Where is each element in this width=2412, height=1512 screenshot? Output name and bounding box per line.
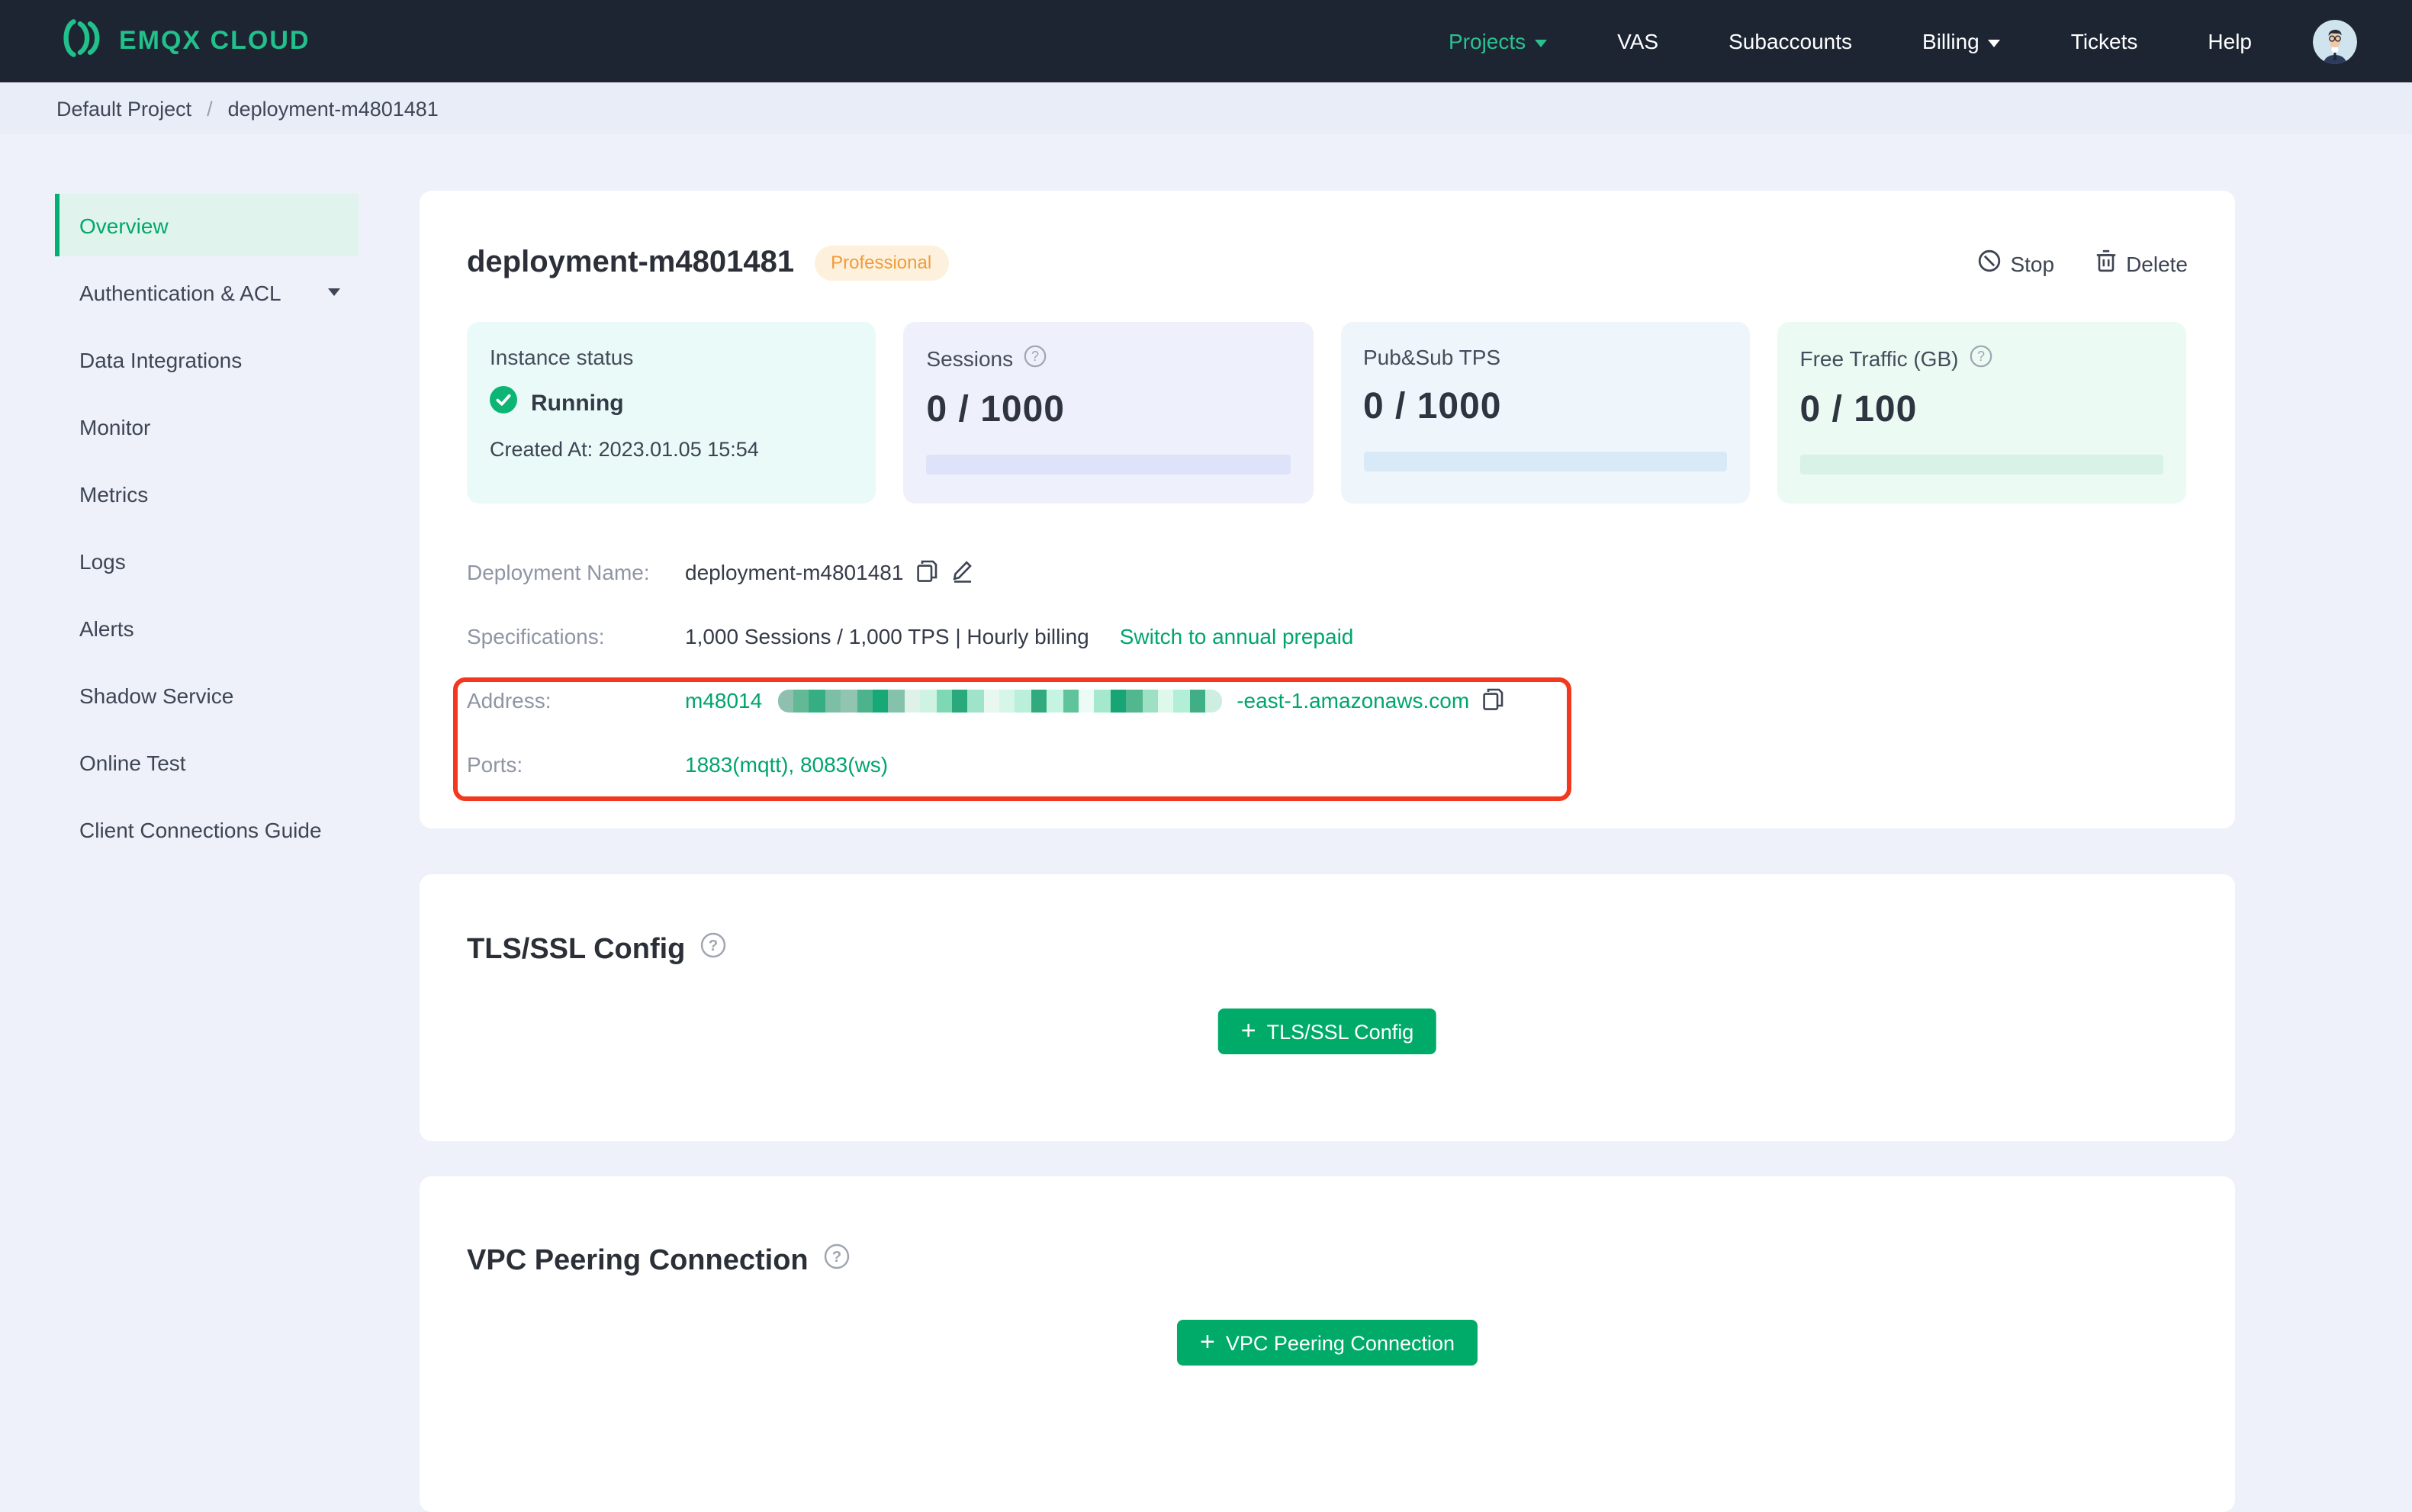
- stop-icon: [1976, 249, 2001, 278]
- vpc-peering-card: VPC Peering Connection ? + VPC Peering C…: [420, 1176, 2235, 1512]
- breadcrumb-separator: /: [207, 97, 213, 120]
- address-suffix: -east-1.amazonaws.com: [1237, 688, 1470, 713]
- sidebar-item-monitor[interactable]: Monitor: [55, 395, 359, 458]
- sidebar-item-logs[interactable]: Logs: [55, 529, 359, 592]
- plus-icon: +: [1199, 1327, 1215, 1356]
- tls-heading: TLS/SSL Config: [467, 933, 686, 965]
- stat-value: 0 / 100: [1799, 389, 1918, 430]
- stat-card-instance-status: Instance status Running Created At: 2023…: [467, 322, 876, 503]
- stat-label: Sessions: [926, 346, 1014, 371]
- breadcrumb-project[interactable]: Default Project: [56, 97, 191, 120]
- help-icon[interactable]: ?: [824, 1243, 850, 1279]
- user-avatar[interactable]: [2313, 19, 2357, 63]
- plan-badge: Professional: [814, 246, 949, 281]
- stat-value: 0 / 1000: [926, 389, 1065, 430]
- help-icon[interactable]: ?: [1024, 345, 1047, 372]
- switch-annual-prepaid-link[interactable]: Switch to annual prepaid: [1120, 624, 1354, 648]
- add-vpc-peering-button[interactable]: + VPC Peering Connection: [1176, 1320, 1478, 1366]
- specifications-label: Specifications:: [467, 624, 605, 648]
- sidebar: Overview Authentication & ACL Data Integra…: [55, 194, 359, 865]
- stats-row: Instance status Running Created At: 2023…: [467, 322, 2186, 503]
- trash-icon: [2094, 249, 2117, 278]
- emqx-logo-icon: [55, 13, 104, 69]
- deployment-name-label: Deployment Name:: [467, 560, 650, 584]
- check-circle-icon: [490, 386, 517, 420]
- sidebar-item-client-connections-guide[interactable]: Client Connections Guide: [55, 798, 359, 861]
- sidebar-item-online-test[interactable]: Online Test: [55, 731, 359, 793]
- ports-row: Ports: 1883(mqtt), 8083(ws): [467, 749, 888, 780]
- vpc-heading: VPC Peering Connection: [467, 1244, 809, 1276]
- specifications-value: 1,000 Sessions / 1,000 TPS | Hourly bill…: [685, 624, 1089, 648]
- deployment-title-row: deployment-m4801481 Professional Stop De…: [467, 246, 2188, 281]
- edit-icon[interactable]: [950, 558, 975, 587]
- sidebar-item-overview[interactable]: Overview: [55, 194, 359, 256]
- stat-value: 0 / 1000: [1363, 386, 1502, 427]
- delete-button[interactable]: Delete: [2094, 249, 2188, 278]
- sidebar-item-metrics[interactable]: Metrics: [55, 462, 359, 525]
- main-content: deployment-m4801481 Professional Stop De…: [420, 0, 2235, 1512]
- chevron-down-icon: [328, 288, 340, 296]
- traffic-progress-bar: [1799, 455, 2163, 475]
- address-redacted-block: [777, 689, 1222, 712]
- stop-button[interactable]: Stop: [1976, 249, 2054, 278]
- deployment-name-value: deployment-m4801481: [685, 560, 904, 584]
- deployment-name-row: Deployment Name: deployment-m4801481: [467, 557, 975, 587]
- stat-label: Pub&Sub TPS: [1363, 345, 1501, 369]
- stat-card-free-traffic: Free Traffic (GB) ? 0 / 100: [1777, 322, 2186, 503]
- breadcrumb-deployment: deployment-m4801481: [227, 97, 439, 120]
- sidebar-item-alerts[interactable]: Alerts: [55, 597, 359, 659]
- plus-icon: +: [1240, 1015, 1256, 1044]
- address-row: Address: m48014 -east-1.amazonaws.com: [467, 685, 1504, 716]
- help-icon[interactable]: ?: [1969, 345, 1992, 372]
- created-at: Created At: 2023.01.05 15:54: [490, 438, 759, 461]
- sidebar-item-authentication-acl[interactable]: Authentication & ACL: [55, 261, 359, 323]
- tls-ssl-config-card: TLS/SSL Config ? + TLS/SSL Config: [420, 874, 2235, 1141]
- svg-text:?: ?: [1031, 349, 1039, 364]
- address-prefix: m48014: [685, 688, 763, 713]
- stat-card-sessions: Sessions ? 0 / 1000: [903, 322, 1313, 503]
- copy-icon[interactable]: [915, 558, 938, 587]
- delete-label: Delete: [2126, 251, 2188, 275]
- specifications-row: Specifications: 1,000 Sessions / 1,000 T…: [467, 621, 1353, 651]
- emqx-cloud-console: EMQX CLOUD Projects VAS Subaccounts Billing…: [0, 0, 2412, 1512]
- tps-progress-bar: [1363, 452, 1727, 471]
- address-label: Address:: [467, 688, 552, 713]
- sidebar-item-shadow-service[interactable]: Shadow Service: [55, 664, 359, 726]
- instance-status-row: Running: [490, 386, 854, 420]
- ports-value: 1883(mqtt), 8083(ws): [685, 752, 889, 777]
- brand[interactable]: EMQX CLOUD: [55, 13, 310, 69]
- svg-text:?: ?: [709, 938, 718, 954]
- ports-label: Ports:: [467, 752, 523, 777]
- stat-card-pubsub-tps: Pub&Sub TPS 0 / 1000: [1340, 322, 1750, 503]
- stat-label: Instance status: [490, 345, 634, 369]
- stat-label: Free Traffic (GB): [1799, 346, 1959, 371]
- status-badge: Running: [531, 390, 624, 416]
- help-icon[interactable]: ?: [700, 932, 726, 967]
- deployment-actions: Stop Delete: [1976, 249, 2188, 278]
- svg-text:?: ?: [1976, 349, 1984, 364]
- sidebar-item-data-integrations[interactable]: Data Integrations: [55, 328, 359, 391]
- deployment-title: deployment-m4801481: [467, 246, 795, 279]
- copy-address-icon[interactable]: [1481, 686, 1504, 715]
- sessions-progress-bar: [926, 455, 1290, 475]
- brand-name: EMQX CLOUD: [119, 26, 310, 55]
- stop-label: Stop: [2010, 251, 2055, 275]
- add-tls-ssl-config-button[interactable]: + TLS/SSL Config: [1217, 1009, 1437, 1054]
- deployment-overview-card: deployment-m4801481 Professional Stop De…: [420, 191, 2235, 828]
- svg-text:?: ?: [831, 1249, 841, 1266]
